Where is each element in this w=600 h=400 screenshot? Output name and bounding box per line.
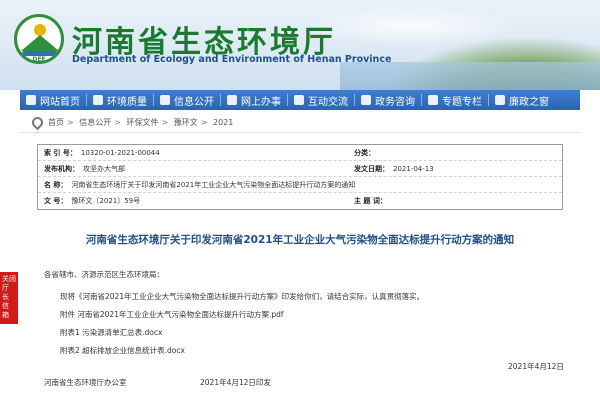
document-date: 2021年4月12日 [508, 362, 564, 371]
nav-label: 网站首页 [40, 96, 80, 108]
attachment-link-table2[interactable]: 附表2 超标排放企业信息统计表.docx [60, 345, 185, 356]
nav-item-integrity[interactable]: 廉政之窗 [489, 90, 555, 110]
computer-icon [227, 95, 237, 105]
meta-label: 分类： [354, 148, 375, 157]
nav-item-info-public[interactable]: 信息公开 [154, 90, 220, 110]
document-salutation: 各省辖市、济源示范区生态环境局： [44, 270, 164, 279]
document-icon [160, 95, 170, 105]
side-float-mailbox[interactable]: 关闭 厅 长 信 箱 [0, 272, 18, 324]
document-paragraph: 现将《河南省2021年工业企业大气污染物全面达标提升行动方案》印发给你们，请结合… [60, 292, 425, 301]
breadcrumb-separator: > [200, 118, 208, 127]
chat-icon [294, 95, 304, 105]
meta-category: 分类： [348, 148, 562, 158]
nav-label: 专题专栏 [442, 96, 482, 108]
breadcrumb-item-doc-series[interactable]: 豫环文 [174, 118, 198, 127]
nav-item-interaction[interactable]: 互动交流 [288, 90, 354, 110]
meta-label: 发文日期： [354, 164, 389, 173]
site-header: DEE 河南省生态环境厅 Department of Ecology and E… [0, 0, 600, 90]
nav-item-online-service[interactable]: 网上办事 [221, 90, 287, 110]
meta-row: 名 称： 河南省生态环境厅关于印发河南省2021年工业企业大气污染物全面达标提升… [38, 177, 562, 193]
site-logo[interactable]: DEE [14, 14, 64, 64]
nav-item-home[interactable]: 网站首页 [20, 90, 86, 110]
nav-label: 互动交流 [308, 96, 348, 108]
header-water [340, 62, 600, 90]
home-icon [26, 95, 36, 105]
site-subtitle: Department of Ecology and Environment of… [72, 54, 392, 65]
breadcrumb-item-info[interactable]: 信息公开 [79, 118, 111, 127]
meta-label: 索 引 号： [44, 148, 77, 157]
document-meta-table: 索 引 号： 10320-01-2021-00044 分类： 发布机构： 攻坚办… [37, 144, 563, 210]
meta-row: 文 号： 豫环文〔2021〕59号 主 题 词： [38, 193, 562, 209]
meta-index: 索 引 号： 10320-01-2021-00044 [38, 148, 348, 158]
main-nav: 网站首页 环境质量 信息公开 网上办事 互动交流 政务咨询 专题专栏 廉政之窗 [20, 90, 580, 110]
meta-value: 豫环文〔2021〕59号 [71, 197, 141, 205]
meta-row: 索 引 号： 10320-01-2021-00044 分类： [38, 145, 562, 161]
document-issuer: 河南省生态环境厅办公室 [44, 378, 127, 387]
meta-value: 2021-04-13 [393, 164, 434, 173]
nav-item-env-quality[interactable]: 环境质量 [87, 90, 153, 110]
breadcrumb-item-home[interactable]: 首页 [48, 118, 64, 127]
meta-label: 文 号： [44, 197, 68, 205]
logo-text: DEE [32, 56, 46, 63]
meta-docno: 文 号： 豫环文〔2021〕59号 [38, 196, 348, 206]
meta-label: 发布机构： [44, 164, 79, 173]
breadcrumb: 首页 > 信息公开 > 环保文件 > 豫环文 > 2021 [20, 113, 580, 133]
document-issue-date: 2021年4月12日印发 [200, 378, 271, 387]
attachment-link-pdf[interactable]: 附件 河南省2021年工业企业大气污染物全面达标提升行动方案.pdf [60, 309, 284, 320]
consult-icon [361, 95, 371, 105]
meta-keyword: 主 题 词： [348, 196, 562, 206]
meta-row: 发布机构： 攻坚办大气部 发文日期： 2021-04-13 [38, 161, 562, 177]
meta-value: 10320-01-2021-00044 [80, 148, 160, 157]
breadcrumb-separator: > [114, 118, 121, 127]
nav-item-topics[interactable]: 专题专栏 [422, 90, 488, 110]
meta-label: 主 题 词： [354, 197, 387, 205]
nav-label: 廉政之窗 [509, 96, 549, 108]
breadcrumb-item-year[interactable]: 2021 [213, 118, 233, 127]
shield-icon [495, 95, 505, 105]
logo-mountain [21, 35, 59, 51]
meta-value: 攻坚办大气部 [83, 164, 125, 173]
breadcrumb-separator: > [67, 118, 74, 127]
document-title: 河南省生态环境厅关于印发河南省2021年工业企业大气污染物全面达标提升行动方案的… [85, 234, 515, 246]
topic-icon [428, 95, 438, 105]
nav-label: 政务咨询 [375, 96, 415, 108]
nav-label: 网上办事 [241, 96, 281, 108]
breadcrumb-separator: > [161, 118, 169, 127]
meta-date: 发文日期： 2021-04-13 [348, 164, 562, 174]
leaf-icon [93, 95, 103, 105]
meta-label: 名 称： [44, 180, 68, 189]
attachment-link-table1[interactable]: 附表1 污染源清单汇总表.docx [60, 327, 162, 338]
nav-label: 环境质量 [107, 96, 147, 108]
nav-item-consult[interactable]: 政务咨询 [355, 90, 421, 110]
page: DEE 河南省生态环境厅 Department of Ecology and E… [0, 0, 600, 400]
location-pin-icon [29, 114, 46, 131]
breadcrumb-item-files[interactable]: 环保文件 [127, 118, 159, 127]
meta-name: 名 称： 河南省生态环境厅关于印发河南省2021年工业企业大气污染物全面达标提升… [38, 180, 562, 190]
meta-value: 河南省生态环境厅关于印发河南省2021年工业企业大气污染物全面达标提升行动方案的… [71, 180, 356, 189]
breadcrumb-trail: 首页 > 信息公开 > 环保文件 > 豫环文 > 2021 [48, 117, 233, 128]
meta-org: 发布机构： 攻坚办大气部 [38, 164, 348, 174]
nav-label: 信息公开 [174, 96, 214, 108]
